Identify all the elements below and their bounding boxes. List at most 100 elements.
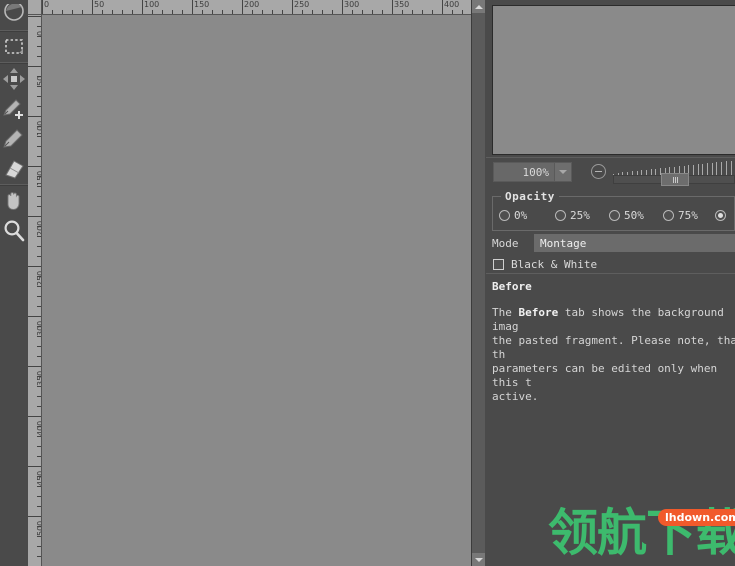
canvas-vertical-scrollbar[interactable] [471, 0, 485, 566]
grip-line [672, 176, 674, 183]
ruler-minor-tick [352, 10, 353, 14]
opacity-radio-label: 25% [570, 208, 590, 222]
radio-button[interactable] [715, 209, 726, 221]
canvas-page[interactable] [43, 16, 471, 552]
ruler-minor-tick [382, 10, 383, 14]
ruler-minor-tick [37, 56, 41, 57]
zoom-tick [725, 161, 727, 175]
right-panel: 100% Opacity 0% 25% 50% 75% Mode Montage… [486, 0, 735, 566]
scroll-up-arrow-icon[interactable] [472, 0, 485, 13]
scroll-down-arrow-icon[interactable] [472, 553, 485, 566]
opacity-radio-group: 0% 25% 50% 75% [493, 205, 735, 225]
zoom-out-button[interactable] [591, 164, 606, 179]
ruler-minor-tick [202, 10, 203, 14]
ruler-minor-tick [232, 10, 233, 14]
ruler-label: 50 [94, 0, 105, 9]
ruler-major-tick [28, 366, 41, 367]
help-title: Before [492, 280, 532, 293]
ruler-major-tick [92, 0, 93, 14]
canvas-area: 0 50 100 150 200 250 300 350 400 0 50 100 150 200 250… [28, 0, 485, 566]
opacity-radio-option[interactable] [715, 209, 726, 221]
radio-button[interactable] [499, 209, 510, 221]
ruler-corner [28, 0, 42, 15]
ruler-minor-tick [37, 336, 41, 337]
ruler-minor-tick [372, 10, 373, 14]
zoom-tick [697, 164, 699, 175]
ruler-label: 400 [444, 0, 460, 9]
ruler-minor-tick [362, 10, 363, 14]
ruler-label: 0 [36, 31, 41, 36]
caret-glyph [559, 170, 567, 174]
ruler-label: 350 [36, 370, 42, 386]
ruler-label: 300 [36, 320, 42, 336]
ruler-minor-tick [37, 506, 41, 507]
hand-pan-icon[interactable] [0, 186, 28, 216]
ruler-minor-tick [112, 10, 113, 14]
ruler-minor-tick [37, 296, 41, 297]
ruler-minor-tick [52, 10, 53, 14]
opacity-group: Opacity 0% 25% 50% 75% [492, 190, 735, 231]
magnifier-zoom-icon[interactable] [0, 216, 28, 246]
ruler-minor-tick [37, 206, 41, 207]
ruler-minor-tick [262, 10, 263, 14]
ruler-label: 200 [36, 220, 42, 236]
pencil-icon[interactable] [0, 124, 28, 154]
zoom-slider-thumb[interactable] [661, 173, 689, 186]
black-white-checkbox[interactable] [493, 259, 504, 270]
opacity-radio-label: 50% [624, 208, 644, 222]
opacity-radio-option[interactable]: 25% [555, 209, 590, 222]
eraser-icon[interactable] [0, 154, 28, 184]
ruler-major-tick [192, 0, 193, 14]
opacity-radio-label: 75% [678, 208, 698, 222]
opacity-radio-option[interactable]: 50% [609, 209, 644, 222]
chevron-down-icon[interactable] [554, 163, 571, 181]
ruler-major-tick [28, 316, 41, 317]
ruler-minor-tick [37, 496, 41, 497]
ruler-minor-tick [402, 10, 403, 14]
ruler-minor-tick [37, 556, 41, 557]
ruler-minor-tick [452, 10, 453, 14]
ruler-label: 250 [36, 270, 42, 286]
ruler-minor-tick [37, 536, 41, 537]
ruler-minor-tick [37, 456, 41, 457]
ruler-label: 450 [36, 470, 42, 486]
opacity-radio-option[interactable]: 75% [663, 209, 698, 222]
ruler-minor-tick [37, 286, 41, 287]
application-window: 0 50 100 150 200 250 300 350 400 0 50 100 150 200 250… [0, 0, 735, 566]
pencil-add-icon[interactable] [0, 94, 28, 124]
radio-button[interactable] [555, 209, 566, 221]
zoom-level-combobox[interactable]: 100% [493, 162, 572, 182]
ruler-minor-tick [122, 10, 123, 14]
ruler-major-tick [292, 0, 293, 14]
ruler-label: 400 [36, 420, 42, 436]
rectangle-select-icon[interactable] [0, 32, 28, 62]
ruler-label: 100 [36, 120, 42, 136]
ruler-major-tick [28, 116, 41, 117]
ruler-minor-tick [172, 10, 173, 14]
before-preview-image[interactable] [492, 5, 735, 155]
black-white-checkbox-row[interactable]: Black & White [486, 256, 735, 274]
zoom-tick [707, 163, 708, 175]
ruler-minor-tick [37, 486, 41, 487]
ruler-minor-tick [37, 186, 41, 187]
help-keyword: Before [518, 306, 559, 319]
brush-circle-icon[interactable] [0, 0, 28, 30]
radio-button[interactable] [663, 209, 674, 221]
ruler-label: 200 [244, 0, 260, 9]
ruler-minor-tick [282, 10, 283, 14]
ruler-minor-tick [37, 26, 41, 27]
ruler-minor-tick [322, 10, 323, 14]
ruler-label: 100 [144, 0, 160, 9]
scrollbar-thumb[interactable] [472, 13, 485, 533]
zoom-tick [721, 161, 723, 175]
opacity-radio-option[interactable]: 0% [499, 209, 527, 222]
vertical-ruler: 0 50 100 150 200 250 300 350 400 450 500 [28, 15, 42, 566]
tool-palette [0, 0, 28, 566]
zoom-slider[interactable] [613, 160, 735, 186]
ruler-minor-tick [37, 86, 41, 87]
mode-combobox[interactable]: Montage [534, 234, 735, 252]
ruler-minor-tick [72, 10, 73, 14]
ruler-major-tick [142, 0, 143, 14]
radio-button[interactable] [609, 209, 620, 221]
transform-resize-icon[interactable] [0, 64, 28, 94]
